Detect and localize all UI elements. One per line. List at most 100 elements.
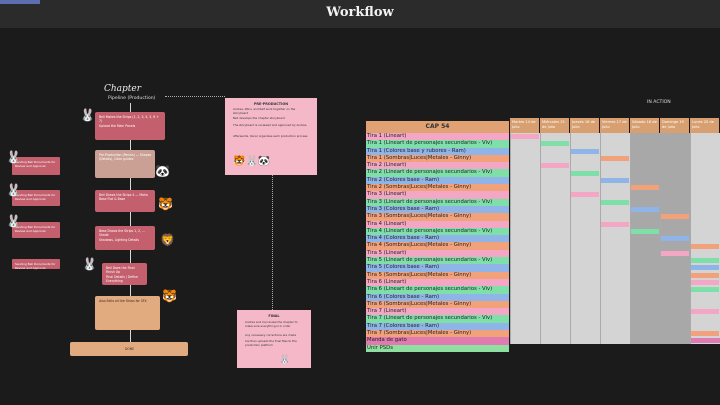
grid-line: [510, 133, 511, 344]
schedule-bar[interactable]: [661, 214, 689, 220]
task-row[interactable]: Tira 6 (Colores base - Ram): [366, 293, 509, 301]
schedule-bar[interactable]: [541, 141, 569, 147]
step-box-1[interactable]: Bell Makes the Strips (1, 2, 3, 4, 5, 6 …: [95, 112, 165, 140]
task-row[interactable]: Tira 5 (Lineart de personajes secundario…: [366, 257, 509, 265]
task-row[interactable]: Tira 7 (Sombras|Luces|Metales - Ginny): [366, 330, 509, 338]
schedule-bar[interactable]: [511, 134, 539, 139]
task-row[interactable]: Tira 3 (Sombras|Luces|Metales - Ginny): [366, 213, 509, 221]
schedule-bar[interactable]: [631, 207, 659, 212]
task-row[interactable]: Tira 3 (Lineart de personajes secundario…: [366, 198, 509, 206]
bunny-sticker: 🐰: [279, 355, 291, 365]
schedule-bar[interactable]: [661, 236, 689, 242]
day-label: Domingo 19 de Julio: [662, 120, 684, 129]
task-row[interactable]: Tira 5 (Lineart): [366, 249, 509, 258]
final-title: FINAL: [268, 314, 280, 318]
schedule-bar[interactable]: [571, 192, 599, 198]
schedule-bar[interactable]: [631, 228, 659, 234]
schedule-bar[interactable]: [661, 250, 689, 256]
step-label: Bell Does the Final Finish Up: [106, 266, 135, 275]
schedule-bar[interactable]: [601, 221, 629, 227]
schedule-bar[interactable]: [691, 309, 719, 315]
schedule-bar[interactable]: [571, 148, 599, 154]
task-row[interactable]: Tira 1 (Lineart de personajes secundario…: [366, 140, 509, 148]
schedule-bar[interactable]: [691, 265, 719, 271]
schedule-bar[interactable]: [601, 155, 629, 161]
task-row[interactable]: Tira 2 (Lineart): [366, 162, 509, 170]
pre-production-card: PRE-PRODUCTION Andrea, Wiku, and Ralf wo…: [225, 98, 317, 175]
bunny-sticker: 🐰: [80, 108, 95, 122]
pre-production-line: The storyboard is reviewed and approved …: [233, 123, 307, 127]
step-box-3[interactable]: Bell Draws the Strips 4 — Maho Base Flat …: [95, 190, 155, 212]
task-row[interactable]: Tira 6 (Lineart de personajes secundario…: [366, 286, 509, 294]
task-row[interactable]: Tira 1 (Colores base y rubores - Ram): [366, 147, 509, 155]
task-row[interactable]: Tira 7 (Lineart de personajes secundario…: [366, 315, 509, 323]
task-row[interactable]: Tira 6 (Lineart): [366, 278, 509, 287]
connector: [165, 96, 225, 97]
task-row[interactable]: Tira 3 (Colores base - Ram): [366, 205, 509, 214]
task-row[interactable]: Tira 4 (Lineart de personajes secundario…: [366, 227, 509, 236]
review-label: Sending Bell Documents for Review and Ap…: [15, 193, 56, 201]
step-label: Upload the Main Panels: [99, 123, 136, 128]
review-label: Sending Bell Documents for Review and Ap…: [15, 225, 56, 233]
task-list: Tira 1 (Lineart) Tira 1 (Lineart de perso…: [366, 133, 509, 352]
task-row[interactable]: Tira 4 (Sombras|Luces|Metales - Ginny): [366, 242, 509, 250]
day-label: Martes 14 de Julio: [512, 120, 536, 129]
task-row[interactable]: Unir PSDs: [366, 344, 509, 352]
step-box-done[interactable]: DONE: [70, 342, 188, 356]
schedule-bar[interactable]: [571, 170, 599, 176]
task-row[interactable]: Manda de gato: [366, 337, 509, 345]
step-box-5[interactable]: Bell Does the Final Finish Up Final Detai…: [102, 263, 147, 285]
step-label: Bell Makes the Strips (1, 2, 3, 4, 5, 6 …: [99, 115, 159, 124]
schedule-bar[interactable]: [691, 272, 719, 278]
page-title: Workflow: [326, 5, 394, 20]
task-row[interactable]: Tira 7 (Colores base - Ram): [366, 322, 509, 331]
schedule-bar[interactable]: [691, 287, 719, 293]
bunny-sticker: 🐰: [6, 214, 21, 228]
day-column-header: Viernes 17 de Julio: [600, 118, 629, 133]
task-row[interactable]: Tira 2 (Colores base - Ram): [366, 176, 509, 185]
step-label: Final Details / Define Everything: [106, 274, 138, 284]
in-action-label: IN ACTION: [647, 100, 671, 105]
tiger-sticker: 🐯: [158, 197, 173, 211]
weekend-shade: [630, 133, 660, 344]
schedule-bar[interactable]: [691, 338, 720, 344]
task-row[interactable]: Tira 2 (Sombras|Luces|Metales - Ginny): [366, 184, 509, 192]
step-label: Also Edits all the Strips for SFX: [99, 299, 147, 303]
task-row[interactable]: Tira 1 (Sombras|Luces|Metales - Ginny): [366, 154, 509, 163]
pipeline-subtitle: Pipeline (Production): [108, 96, 156, 101]
schedule-bar[interactable]: [541, 163, 569, 169]
final-line: Any necessary corrections are made: [245, 333, 297, 337]
pipeline-title: Chapter: [104, 84, 142, 94]
task-row[interactable]: Tira 7 (Lineart): [366, 308, 509, 316]
day-label: Lunes 20 de Julio: [692, 120, 714, 129]
day-column-header: Martes 14 de Julio: [510, 118, 539, 133]
pre-production-title: PRE-PRODUCTION: [253, 102, 289, 106]
schedule-bar[interactable]: [691, 258, 719, 264]
task-row[interactable]: Tira 4 (Colores base - Ram): [366, 235, 509, 243]
task-row[interactable]: Tira 3 (Lineart): [366, 191, 509, 199]
scroll-indicator: [0, 0, 40, 4]
pre-production-line: Bell develops the chapter storyboard: [233, 116, 285, 120]
step-box-4[interactable]: Base Draws the Strips 1, 2, ... Shade Sha…: [95, 226, 155, 250]
task-row[interactable]: Tira 5 (Sombras|Luces|Metales - Ginny): [366, 271, 509, 279]
task-row[interactable]: Tira 5 (Colores base - Ram): [366, 264, 509, 272]
schedule-bar[interactable]: [631, 185, 659, 191]
review-label: Sending Bell Documents for Review and Ap…: [15, 160, 56, 168]
task-row[interactable]: Tira 6 (Sombras|Luces|Metales - Ginny): [366, 300, 509, 309]
schedule-bar[interactable]: [691, 243, 719, 249]
animal-stickers: 🐯🐰🐼: [233, 156, 271, 167]
schedule-bar[interactable]: [691, 280, 719, 285]
final-line: Andrea and Cai review the chapter to mak…: [245, 320, 298, 328]
step-label: Shadows, Lighting Details: [99, 237, 139, 242]
step-box-6[interactable]: Also Edits all the Strips for SFX: [95, 296, 160, 330]
review-box-4[interactable]: Sending Bell Documents for Review and Ap…: [12, 259, 60, 270]
schedule-bar[interactable]: [691, 331, 719, 337]
step-box-2[interactable]: Pre-Production (Panels) — Shapes (Detail…: [95, 150, 155, 178]
task-row[interactable]: Tira 2 (Lineart de personajes secundario…: [366, 169, 509, 177]
task-row[interactable]: Tira 1 (Lineart): [366, 133, 509, 141]
day-label: Viernes 17 de Julio: [602, 120, 627, 129]
task-row[interactable]: Tira 4 (Lineart): [366, 220, 509, 228]
day-column-header: Lunes 20 de Julio: [690, 118, 719, 133]
schedule-bar[interactable]: [601, 177, 629, 183]
schedule-bar[interactable]: [601, 199, 629, 205]
